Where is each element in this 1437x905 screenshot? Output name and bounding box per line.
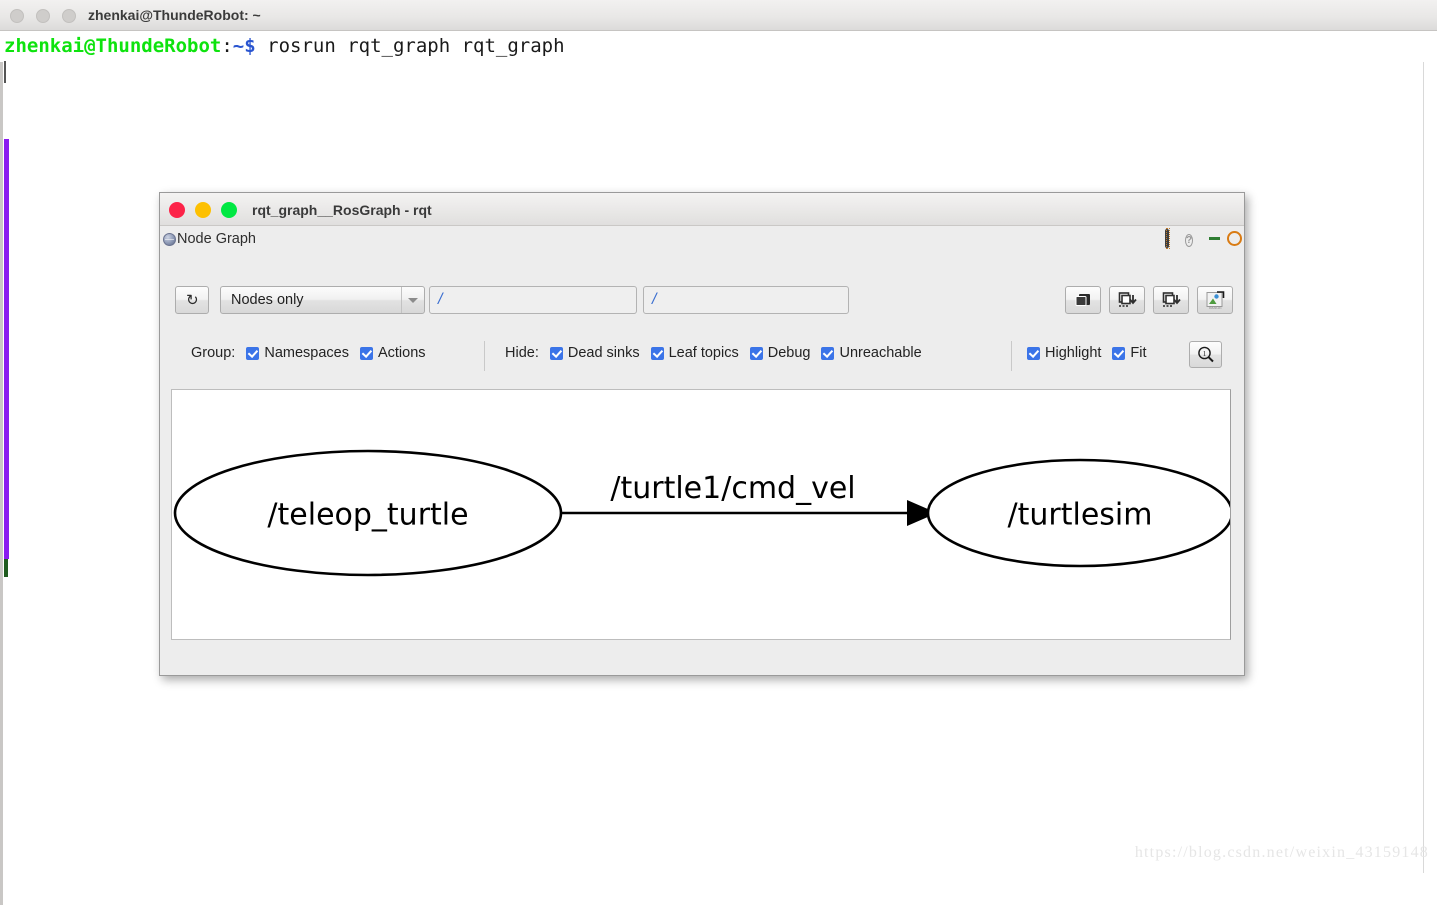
terminal-prompt-separator: : <box>221 35 233 57</box>
refresh-icon: ↺ <box>185 291 199 309</box>
checkbox-leaf-topics-box[interactable] <box>650 346 664 360</box>
dock-title-label: Node Graph <box>177 231 256 247</box>
terminal-minimize-button[interactable] <box>36 9 50 23</box>
rqt-maximize-button[interactable] <box>221 202 237 218</box>
ros-graph-svg: /turtle1/cmd_vel /teleop_turtle /turtles… <box>173 449 1230 577</box>
save-dot-icon <box>1118 291 1137 307</box>
dock-title-group: Node Graph <box>163 231 256 247</box>
options-separator-2 <box>1011 341 1012 371</box>
checkbox-fit-box[interactable] <box>1112 346 1126 360</box>
checkbox-actions-box[interactable] <box>359 346 373 360</box>
magnifier-icon: 1 <box>1197 346 1214 362</box>
dock-help-button[interactable]: ? <box>1185 230 1202 247</box>
topic-filter-input[interactable]: / <box>429 286 637 314</box>
checkbox-actions-label: Actions <box>377 345 426 361</box>
checkbox-highlight-box[interactable] <box>1027 346 1040 360</box>
save-dot-button[interactable] <box>1109 286 1145 314</box>
group-options: Group: Namespaces Actions <box>191 345 426 361</box>
zoom-to-100-button[interactable]: 1 <box>1189 341 1222 368</box>
terminal-prompt-line: zhenkai@ThundeRobot:~$ rosrun rqt_graph … <box>4 34 565 58</box>
dock-minimize-icon[interactable] <box>1209 237 1220 240</box>
node-filter-value: / <box>652 291 657 308</box>
rqt-window-title: rqt_graph__RosGraph - rqt <box>252 202 432 218</box>
save-svg-button[interactable] <box>1153 286 1189 314</box>
checkbox-namespaces[interactable]: Namespaces <box>246 345 349 361</box>
terminal-left-selection-mark-secondary <box>4 559 8 577</box>
ros-graph-canvas[interactable]: /turtle1/cmd_vel /teleop_turtle /turtles… <box>171 389 1231 640</box>
view-options: Highlight Fit <box>1027 345 1147 361</box>
checkbox-unreachable-label: Unreachable <box>839 345 922 361</box>
dock-button-group: ? <box>1165 229 1242 248</box>
checkbox-fit-label: Fit <box>1130 345 1147 361</box>
checkbox-dead-sinks-label: Dead sinks <box>567 345 640 361</box>
refresh-button[interactable]: ↺ <box>175 286 209 314</box>
folder-icon <box>1075 294 1090 306</box>
terminal-titlebar: zhenkai@ThundeRobot: ~ <box>0 0 1437 31</box>
checkbox-actions[interactable]: Actions <box>359 345 426 361</box>
checkbox-highlight[interactable]: Highlight <box>1027 345 1101 361</box>
svg-text:IMAGE: IMAGE <box>1209 305 1222 310</box>
terminal-close-button[interactable] <box>10 9 24 23</box>
checkbox-debug-box[interactable] <box>749 346 763 360</box>
checkbox-debug[interactable]: Debug <box>749 345 811 361</box>
dock-float-button[interactable] <box>1165 229 1182 248</box>
graph-toolbar: ↺ Nodes only / / IMAGE <box>160 286 1244 316</box>
hide-options: Hide: Dead sinks Leaf topics Debug Unrea… <box>505 345 922 361</box>
terminal-left-gutter <box>0 62 3 905</box>
checkbox-fit[interactable]: Fit <box>1112 345 1147 361</box>
terminal-title: zhenkai@ThundeRobot: ~ <box>88 7 261 23</box>
float-icon <box>1165 229 1169 248</box>
graph-type-selected-label: Nodes only <box>231 292 304 308</box>
rqt-minimize-button[interactable] <box>195 202 211 218</box>
watermark-text: https://blog.csdn.net/weixin_43159148 <box>1134 844 1429 861</box>
checkbox-leaf-topics-label: Leaf topics <box>668 345 739 361</box>
node-filter-input[interactable]: / <box>643 286 849 314</box>
save-image-button[interactable]: IMAGE <box>1197 286 1233 314</box>
terminal-scrollbar[interactable] <box>1423 62 1424 873</box>
terminal-command: rosrun rqt_graph rqt_graph <box>255 35 565 57</box>
graph-options-row: Group: Namespaces Actions Hide: Dead sin… <box>160 341 1244 373</box>
checkbox-dead-sinks[interactable]: Dead sinks <box>549 345 640 361</box>
rqt-close-button[interactable] <box>169 202 185 218</box>
options-separator-1 <box>484 341 485 371</box>
load-dot-button[interactable] <box>1065 286 1101 314</box>
graph-edge-label: /turtle1/cmd_vel <box>610 471 855 506</box>
topic-filter-value: / <box>438 291 443 308</box>
checkbox-namespaces-box[interactable] <box>246 346 260 360</box>
graph-node-turtlesim-label: /turtlesim <box>1008 498 1153 533</box>
checkbox-namespaces-label: Namespaces <box>264 345 349 361</box>
checkbox-dead-sinks-box[interactable] <box>549 346 563 360</box>
dock-close-icon[interactable] <box>1227 231 1242 246</box>
terminal-cursor <box>4 61 6 83</box>
magnifier-zoom-level: 1 <box>1202 350 1206 358</box>
rqt-titlebar[interactable]: rqt_graph__RosGraph - rqt <box>160 193 1244 226</box>
checkbox-leaf-topics[interactable]: Leaf topics <box>650 345 739 361</box>
hide-label: Hide: <box>505 345 539 361</box>
terminal-prompt-user: zhenkai@ThundeRobot <box>4 35 222 57</box>
checkbox-unreachable-box[interactable] <box>821 346 835 360</box>
chevron-down-glyph <box>408 297 418 303</box>
terminal-left-selection-mark <box>4 139 9 559</box>
save-svg-icon <box>1162 291 1181 307</box>
globe-icon <box>163 232 176 246</box>
terminal-prompt-path: ~$ <box>232 35 256 57</box>
help-icon: ? <box>1185 234 1194 247</box>
checkbox-unreachable[interactable]: Unreachable <box>821 345 922 361</box>
image-export-icon: IMAGE <box>1206 291 1225 310</box>
graph-node-teleop-turtle-label: /teleop_turtle <box>267 498 468 533</box>
chevron-down-icon[interactable] <box>401 287 424 313</box>
rqt-graph-window: rqt_graph__RosGraph - rqt Node Graph ? ↺… <box>159 192 1245 676</box>
checkbox-debug-label: Debug <box>767 345 811 361</box>
graph-type-select[interactable]: Nodes only <box>220 286 425 314</box>
group-label: Group: <box>191 345 236 361</box>
checkbox-highlight-label: Highlight <box>1045 345 1102 361</box>
node-graph-dock-header: Node Graph ? <box>160 226 1244 255</box>
terminal-maximize-button[interactable] <box>62 9 76 23</box>
